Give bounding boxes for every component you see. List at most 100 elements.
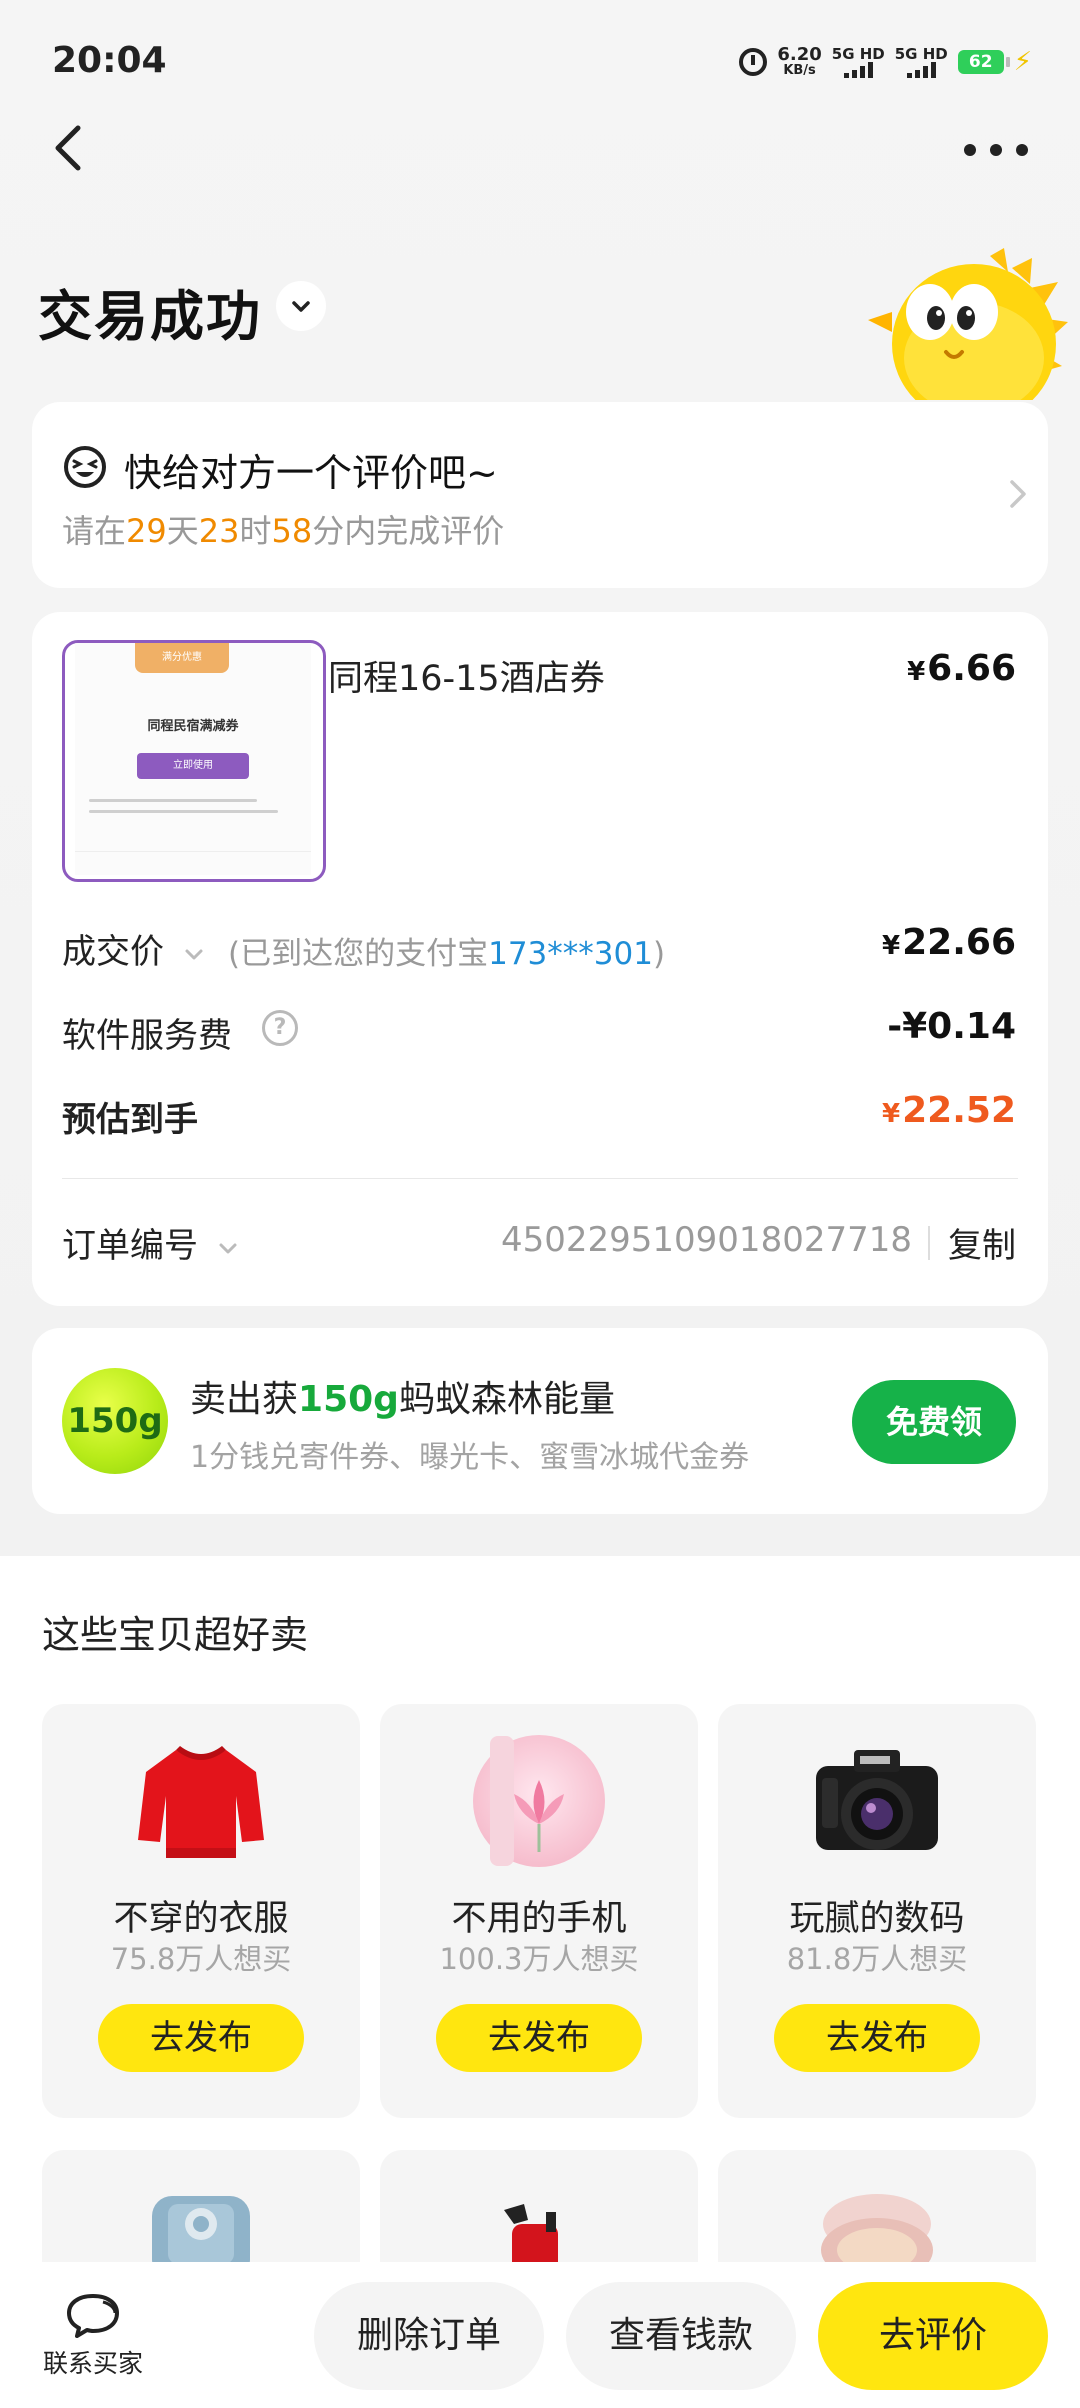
estimated-income-amount: 22.52 [902, 1090, 1016, 1131]
deadline-days-unit: 天 [166, 512, 199, 550]
recommend-card[interactable]: 玩腻的数码 81.8万人想买 去发布 [718, 1704, 1036, 2118]
deal-price-value: ¥22.66 [882, 922, 1016, 963]
publish-button[interactable]: 去发布 [774, 2004, 980, 2072]
product-thumbnail[interactable]: 满分优惠 同程民宿满减券 立即使用 [62, 640, 326, 882]
write-review-button[interactable]: 去评价 [818, 2282, 1048, 2390]
sim1-signal: 5G HD [832, 46, 885, 78]
recommend-count: 75.8万人想买 [110, 1942, 292, 1976]
service-fee-value: -¥0.14 [887, 1006, 1016, 1047]
sim1-label: 5G HD [831, 45, 885, 63]
recommend-name: 不穿的衣服 [113, 1899, 289, 1939]
delete-order-button[interactable]: 删除订单 [314, 2282, 544, 2390]
deadline-prefix: 请在 [62, 512, 127, 550]
review-title: 快给对方一个评价吧~ [124, 451, 498, 495]
chevron-down-icon [185, 949, 203, 959]
claim-energy-button[interactable]: 免费领 [852, 1380, 1016, 1464]
review-deadline: 请在29天23时58分内完成评价 [62, 506, 504, 552]
forest-energy-card: 150g 卖出获150g蚂蚁森林能量 1分钱兑寄件券、曝光卡、蜜雪冰城代金券 免… [32, 1328, 1048, 1514]
status-bar: 20:04 6.20 KB/s 5G HD 5G HD 62 ⚡ [0, 0, 1080, 120]
energy-title-prefix: 卖出获 [190, 1379, 299, 1420]
energy-title: 卖出获150g蚂蚁森林能量 [190, 1370, 615, 1422]
divider [62, 1178, 1018, 1179]
sweater-icon [138, 1746, 264, 1858]
energy-amount: 150g [298, 1379, 399, 1420]
contact-buyer-button[interactable]: 联系买家 [38, 2290, 148, 2390]
currency-symbol: ¥ [882, 1099, 901, 1129]
deal-price-amount: 22.66 [902, 922, 1016, 963]
review-prompt-card[interactable]: 快给对方一个评价吧~ 请在29天23时58分内完成评价 [32, 402, 1048, 588]
currency-symbol: ¥ [882, 931, 901, 961]
back-arrow-icon[interactable] [42, 118, 102, 178]
deal-payout-note: (已到达您的支付宝173***301) [228, 928, 665, 973]
recommend-card[interactable]: 不用的手机 100.3万人想买 去发布 [380, 1704, 698, 2118]
thumb-use-button: 立即使用 [137, 753, 249, 779]
net-speed-value: 6.20 [777, 44, 822, 65]
chevron-down-icon [292, 301, 310, 312]
sim2-signal: 5G HD [895, 46, 948, 78]
recommend-count: 81.8万人想买 [786, 1942, 968, 1976]
copy-order-number-button[interactable]: 复制 [948, 1218, 1016, 1267]
contact-buyer-label: 联系买家 [42, 2349, 143, 2378]
net-speed: 6.20 KB/s [777, 46, 821, 78]
more-options-icon[interactable] [964, 130, 1028, 170]
deal-note-suffix: ) [652, 936, 666, 972]
chevron-right-icon [1010, 480, 1026, 508]
order-number-toggle[interactable]: 订单编号 [62, 1218, 239, 1267]
scooter-icon [504, 2204, 558, 2270]
alarm-icon [739, 48, 768, 76]
page-title: 交易成功 [38, 285, 262, 348]
deadline-hours: 23 [198, 512, 240, 550]
deal-price-toggle[interactable]: 成交价 [62, 924, 205, 973]
product-price-value: 6.66 [927, 648, 1016, 689]
publish-button[interactable]: 去发布 [436, 2004, 642, 2072]
deadline-minutes: 58 [271, 512, 313, 550]
deal-price-label: 成交价 [62, 932, 164, 972]
signal-bars-icon [906, 62, 936, 78]
title-expand-button[interactable] [276, 281, 326, 331]
publish-button[interactable]: 去发布 [98, 2004, 304, 2072]
recommend-card[interactable]: 不穿的衣服 75.8万人想买 去发布 [42, 1704, 360, 2118]
recommend-card-partial[interactable] [380, 2150, 698, 2270]
divider [928, 1226, 930, 1260]
currency-symbol: ¥ [907, 657, 926, 687]
estimated-income-value: ¥22.52 [882, 1090, 1016, 1131]
product-price: ¥6.66 [907, 648, 1016, 689]
alipay-account: 173***301 [488, 936, 653, 972]
product-title[interactable]: 同程16-15酒店券 [328, 650, 605, 701]
mascot-fish-illustration [868, 248, 1068, 400]
energy-subtitle: 1分钱兑寄件券、曝光卡、蜜雪冰城代金券 [190, 1440, 750, 1475]
chat-bubble-icon [67, 2294, 119, 2338]
deal-note-prefix: (已到达您的支付宝 [228, 936, 489, 972]
phone-icon [473, 1735, 605, 1867]
thumb-title: 同程民宿满减券 [147, 719, 239, 734]
smiley-icon [64, 446, 106, 488]
signal-bars-icon [843, 62, 873, 78]
recommend-card-partial[interactable] [718, 2150, 1036, 2270]
status-icons: 6.20 KB/s 5G HD 5G HD 62 ⚡ [739, 40, 1032, 84]
service-fee-label: 软件服务费 [62, 1016, 232, 1056]
camera-icon [816, 1750, 938, 1850]
chevron-down-icon [219, 1243, 237, 1253]
compact-powder-icon [821, 2194, 933, 2270]
view-funds-button[interactable]: 查看钱款 [566, 2282, 796, 2390]
sim2-label: 5G HD [894, 45, 948, 63]
net-speed-unit: KB/s [783, 63, 816, 78]
order-detail-card: 满分优惠 同程民宿满减券 立即使用 同程16-15酒店券 ¥6.66 成交价 (… [32, 612, 1048, 1306]
energy-title-suffix: 蚂蚁森林能量 [398, 1379, 615, 1420]
energy-badge-icon: 150g [62, 1368, 168, 1474]
order-number: 4502295109018027718 [500, 1220, 912, 1260]
order-number-label: 订单编号 [62, 1226, 198, 1266]
recommend-card-partial[interactable] [42, 2150, 360, 2270]
deadline-minutes-unit: 分内完成评价 [312, 512, 505, 550]
deadline-days: 29 [126, 512, 167, 550]
status-time: 20:04 [52, 40, 167, 81]
estimated-income-label: 预估到手 [62, 1100, 198, 1140]
recommend-heading: 这些宝贝超好卖 [42, 1613, 309, 1657]
charging-icon: ⚡ [1013, 47, 1032, 77]
recommend-name: 不用的手机 [451, 1899, 627, 1939]
bottom-action-bar: 联系买家 删除订单 查看钱款 去评价 [0, 2262, 1080, 2408]
battery-icon: 62 [957, 50, 1010, 74]
help-icon[interactable]: ? [262, 1010, 298, 1046]
thumb-tag: 满分优惠 [135, 643, 229, 673]
armchair-icon [152, 2196, 250, 2270]
